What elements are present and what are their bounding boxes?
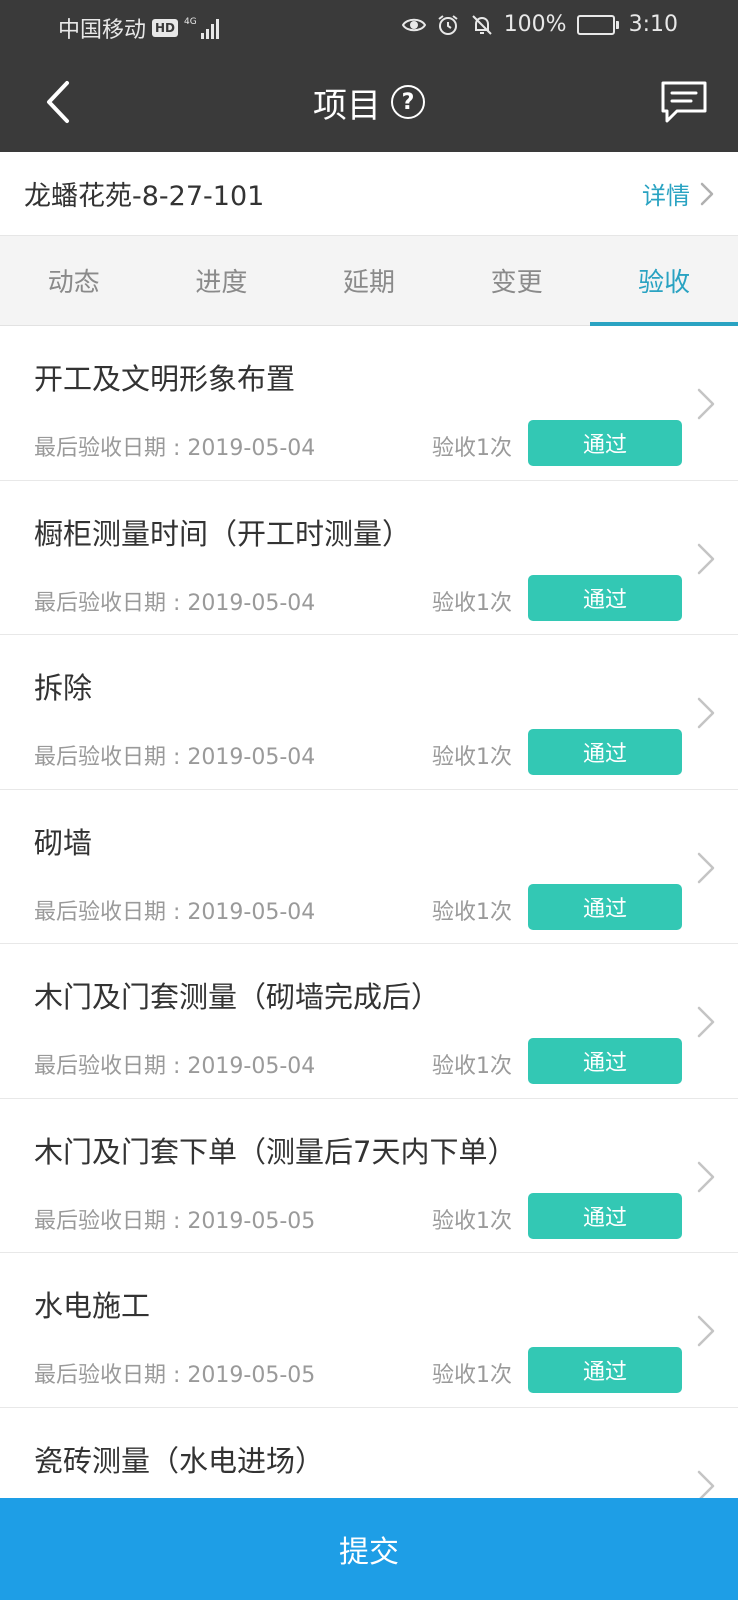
list-item[interactable]: 瓷砖测量（水电进场） bbox=[0, 1407, 738, 1498]
chevron-right-icon bbox=[697, 1161, 715, 1192]
item-date: 最后验收日期 : 2019-05-04 bbox=[34, 590, 316, 616]
item-date: 最后验收日期 : 2019-05-05 bbox=[34, 1363, 316, 1388]
status-left: 中国移动 HD 4G bbox=[58, 12, 219, 44]
status-badge: 通过 bbox=[528, 420, 682, 466]
list-item[interactable]: 木门及门套测量（砌墙完成后） 最后验收日期 : 2019-05-04 验收1次 … bbox=[0, 944, 738, 1099]
tab-acceptance[interactable]: 验收 bbox=[590, 236, 738, 326]
alarm-icon bbox=[438, 14, 458, 35]
list-item[interactable]: 开工及文明形象布置 最后验收日期 : 2019-05-04 验收1次 通过 bbox=[0, 326, 738, 481]
chevron-right-icon bbox=[700, 182, 714, 205]
chevron-right-icon bbox=[697, 543, 715, 574]
tab-bar: 动态 进度 延期 变更 验收 bbox=[0, 236, 738, 326]
battery-percent: 100% bbox=[503, 12, 567, 37]
item-title: 木门及门套下单（测量后7天内下单） bbox=[34, 1134, 517, 1169]
battery-icon bbox=[576, 14, 619, 35]
item-date: 最后验收日期 : 2019-05-04 bbox=[34, 1054, 316, 1079]
item-title: 砌墙 bbox=[34, 825, 93, 860]
list-item[interactable]: 砌墙 最后验收日期 : 2019-05-04 验收1次 通过 bbox=[0, 789, 738, 944]
project-name: 龙蟠花苑-8-27-101 bbox=[24, 181, 265, 212]
item-title: 橱柜测量时间（开工时测量） bbox=[34, 516, 412, 551]
project-header: 龙蟠花苑-8-27-101 详情 bbox=[0, 152, 738, 236]
tab-progress[interactable]: 进度 bbox=[148, 236, 296, 325]
item-date: 最后验收日期 : 2019-05-04 bbox=[34, 899, 316, 925]
acceptance-list[interactable]: 开工及文明形象布置 最后验收日期 : 2019-05-04 验收1次 通过 橱柜… bbox=[0, 326, 738, 1498]
hd-badge: HD bbox=[152, 19, 179, 37]
status-badge: 通过 bbox=[528, 574, 682, 621]
help-button[interactable]: ? bbox=[391, 85, 425, 119]
tab-delay[interactable]: 延期 bbox=[295, 236, 443, 325]
chevron-right-icon bbox=[697, 1470, 715, 1498]
item-title: 瓷砖测量（水电进场） bbox=[34, 1443, 325, 1478]
detail-link[interactable]: 详情 bbox=[642, 176, 714, 211]
list-item[interactable]: 木门及门套下单（测量后7天内下单） 最后验收日期 : 2019-05-05 验收… bbox=[0, 1098, 738, 1253]
status-bar: 中国移动 HD 4G 100% 3:10 bbox=[0, 0, 738, 52]
detail-label: 详情 bbox=[642, 182, 690, 210]
submit-button[interactable]: 提交 bbox=[0, 1498, 738, 1600]
status-badge: 通过 bbox=[528, 729, 682, 775]
item-title: 木门及门套测量（砌墙完成后） bbox=[34, 980, 441, 1014]
status-badge: 通过 bbox=[528, 1038, 682, 1084]
item-count: 验收1次 bbox=[432, 1363, 512, 1388]
tab-change[interactable]: 变更 bbox=[443, 236, 591, 325]
item-date: 最后验收日期 : 2019-05-05 bbox=[34, 1208, 316, 1234]
chevron-right-icon bbox=[697, 1006, 715, 1038]
item-date: 最后验收日期 : 2019-05-04 bbox=[34, 745, 316, 770]
page-title: 项目 bbox=[313, 85, 381, 126]
item-date: 最后验收日期 : 2019-05-04 bbox=[34, 436, 316, 461]
status-badge: 通过 bbox=[528, 883, 682, 930]
nav-title-group: 项目 ? bbox=[0, 52, 738, 152]
network-type: 4G bbox=[184, 17, 197, 27]
item-count: 验收1次 bbox=[432, 1208, 512, 1234]
mute-bell-icon bbox=[471, 14, 492, 35]
signal-icon: 4G bbox=[184, 17, 219, 39]
status-right: 100% 3:10 bbox=[401, 12, 678, 37]
item-count: 验收1次 bbox=[432, 745, 512, 770]
list-item[interactable]: 橱柜测量时间（开工时测量） 最后验收日期 : 2019-05-04 验收1次 通… bbox=[0, 480, 738, 635]
item-title: 开工及文明形象布置 bbox=[34, 362, 296, 396]
item-count: 验收1次 bbox=[432, 899, 512, 925]
item-title: 拆除 bbox=[34, 671, 93, 705]
chevron-right-icon bbox=[697, 852, 715, 883]
status-badge: 通过 bbox=[528, 1347, 682, 1393]
item-count: 验收1次 bbox=[432, 436, 512, 461]
list-item[interactable]: 水电施工 最后验收日期 : 2019-05-05 验收1次 通过 bbox=[0, 1253, 738, 1408]
message-button[interactable] bbox=[656, 74, 712, 130]
item-title: 水电施工 bbox=[34, 1289, 151, 1323]
eye-icon bbox=[401, 18, 426, 31]
carrier-name: 中国移动 bbox=[58, 18, 147, 43]
item-count: 验收1次 bbox=[432, 590, 512, 616]
tab-activity[interactable]: 动态 bbox=[0, 236, 148, 325]
nav-bar: 项目 ? bbox=[0, 52, 738, 152]
message-icon bbox=[661, 81, 707, 123]
clock-time: 3:10 bbox=[628, 12, 678, 37]
item-count: 验收1次 bbox=[432, 1054, 512, 1079]
chevron-right-icon bbox=[697, 1315, 715, 1347]
chevron-right-icon bbox=[697, 697, 715, 729]
list-item[interactable]: 拆除 最后验收日期 : 2019-05-04 验收1次 通过 bbox=[0, 635, 738, 790]
status-badge: 通过 bbox=[528, 1192, 682, 1239]
chevron-right-icon bbox=[697, 388, 715, 420]
